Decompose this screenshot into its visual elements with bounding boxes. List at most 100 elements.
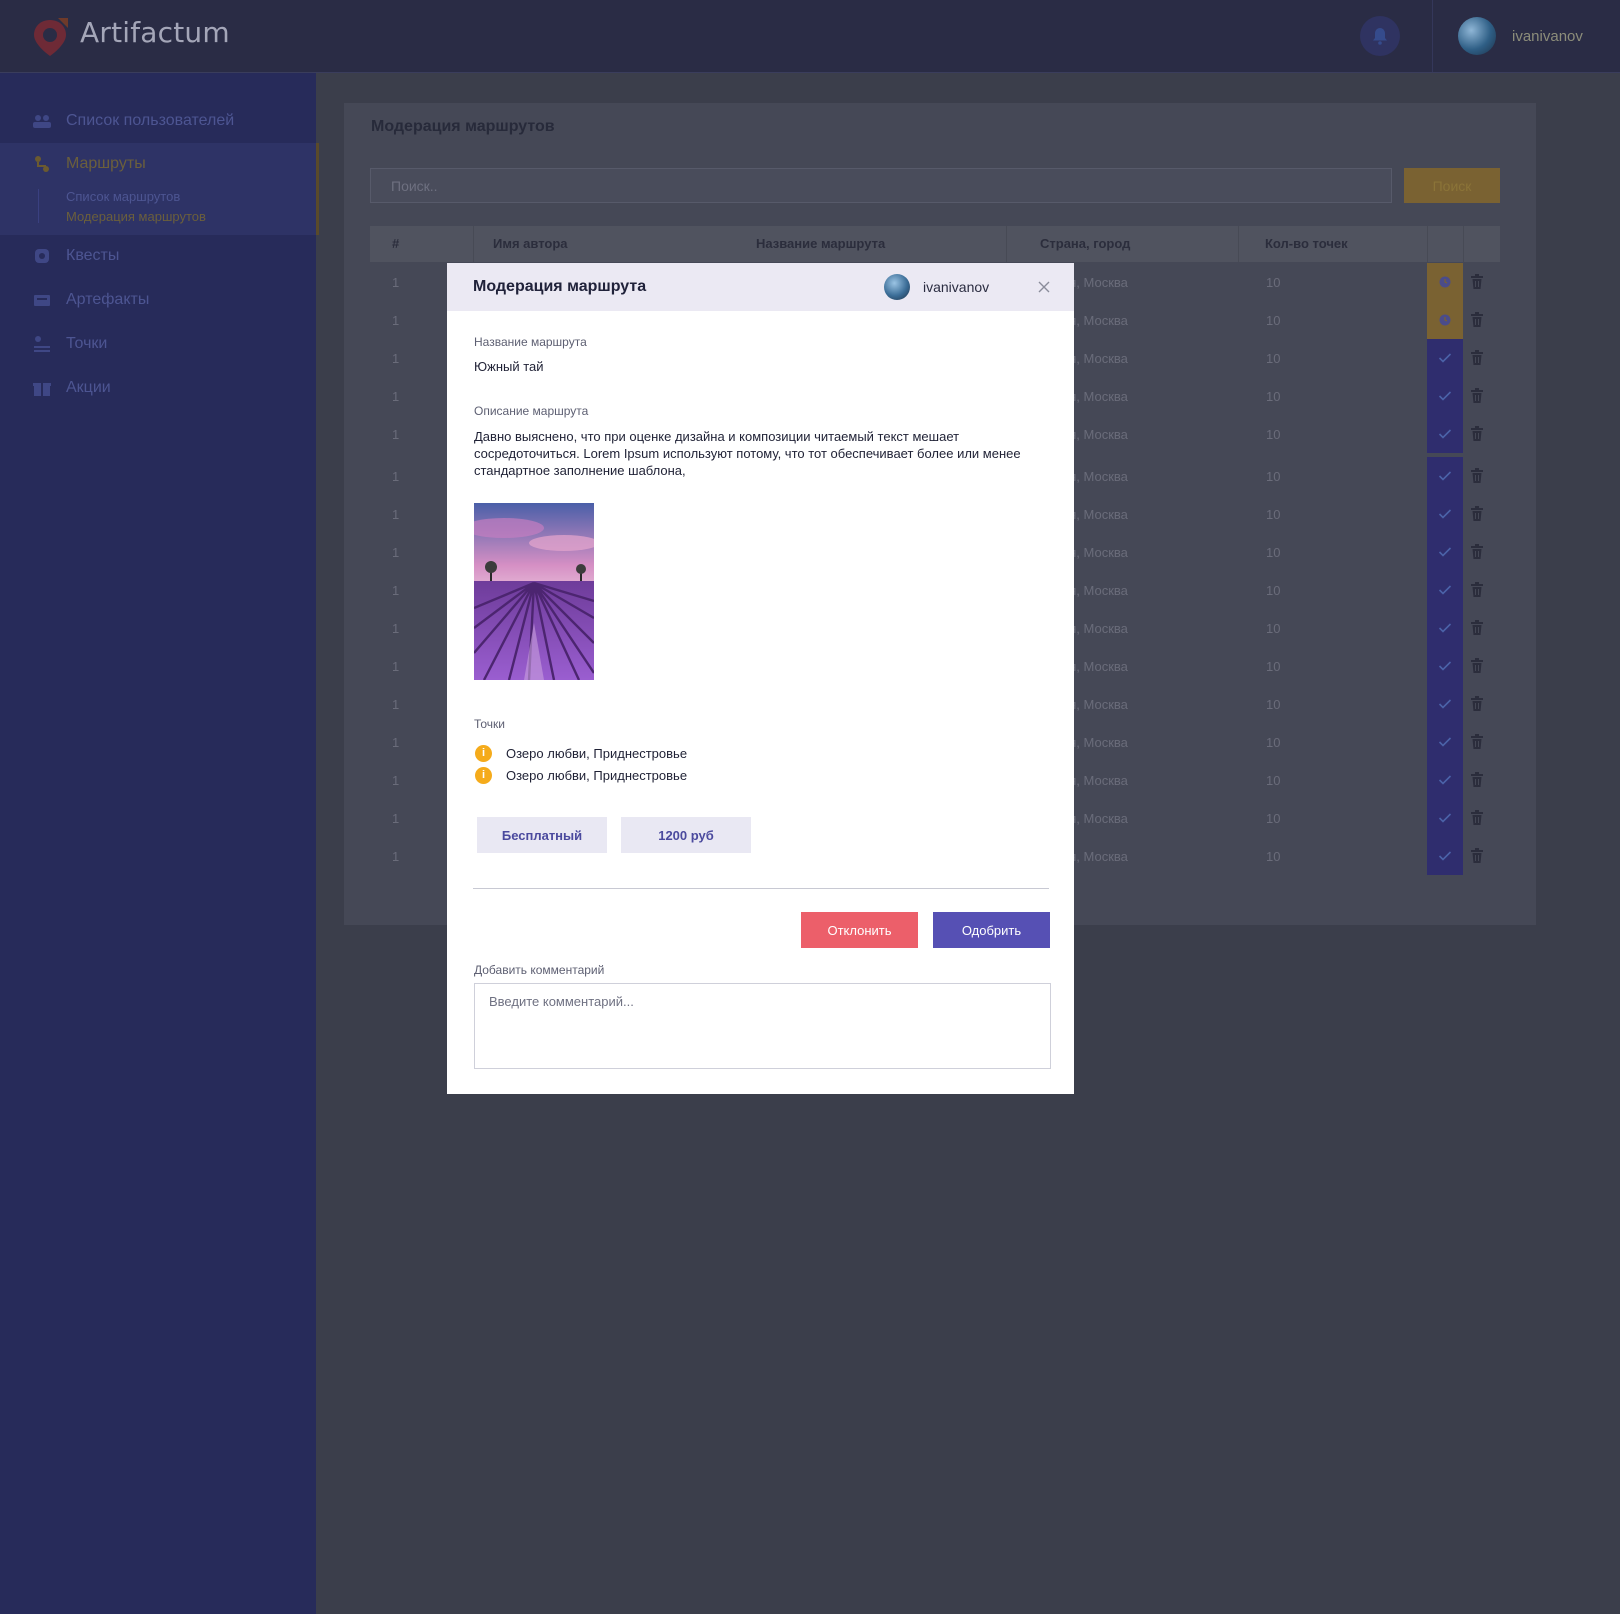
row-number: 1 [392, 427, 400, 442]
notifications-button[interactable] [1360, 16, 1400, 56]
row-points-count: 10 [1266, 735, 1281, 750]
row-points-count: 10 [1266, 659, 1281, 674]
approved-status-button[interactable] [1427, 837, 1463, 875]
row-points-count: 10 [1266, 811, 1281, 826]
route-photo[interactable] [474, 503, 594, 680]
column-header-number: # [392, 236, 400, 251]
approved-status-button[interactable] [1427, 609, 1463, 647]
approved-status-button[interactable] [1427, 339, 1463, 377]
check-icon [1438, 813, 1452, 823]
check-icon [1438, 775, 1452, 785]
trash-icon[interactable] [1470, 620, 1486, 636]
sidebar-item-label: Квесты [66, 247, 120, 264]
avatar [884, 274, 910, 300]
avatar[interactable] [1458, 17, 1496, 55]
gift-icon [33, 383, 51, 396]
sidebar-item-routes[interactable]: Маршруты [0, 143, 316, 185]
info-icon: i [475, 744, 492, 762]
row-number: 1 [392, 351, 400, 366]
approved-status-button[interactable] [1427, 647, 1463, 685]
row-points-count: 10 [1266, 427, 1281, 442]
route-description-text: Давно выяснено, что при оценке дизайна и… [474, 429, 1021, 478]
close-icon[interactable] [1037, 280, 1051, 294]
approved-status-button[interactable] [1427, 495, 1463, 533]
approved-status-button[interactable] [1427, 571, 1463, 609]
point-item[interactable]: i Озеро любви, Приднестровье [475, 744, 687, 762]
approved-status-button[interactable] [1427, 723, 1463, 761]
points-label: Точки [474, 717, 506, 731]
table-header: # Имя автора Название маршрута Страна, г… [370, 226, 1500, 262]
trash-icon[interactable] [1470, 810, 1486, 826]
header-divider [1432, 0, 1433, 72]
row-points-count: 10 [1266, 313, 1281, 328]
sidebar-item-promotions[interactable]: Акции [0, 367, 316, 409]
top-header: Artifactum ivanivanov [0, 0, 1620, 73]
approved-status-button[interactable] [1427, 685, 1463, 723]
row-number: 1 [392, 583, 400, 598]
trash-icon[interactable] [1470, 696, 1486, 712]
column-divider [1238, 226, 1239, 262]
modal-username[interactable]: ivanivanov [923, 279, 989, 295]
point-item[interactable]: i Озеро любви, Приднестровье [475, 766, 687, 784]
sidebar-item-label: Маршруты [66, 155, 146, 172]
trash-icon[interactable] [1470, 582, 1486, 598]
trash-icon[interactable] [1470, 772, 1486, 788]
trash-icon[interactable] [1470, 468, 1486, 484]
sidebar-item-quests[interactable]: Квесты [0, 235, 316, 277]
row-number: 1 [392, 313, 400, 328]
row-points-count: 10 [1266, 849, 1281, 864]
point-name: Озеро любви, Приднестровье [506, 745, 688, 761]
row-number: 1 [392, 275, 400, 290]
app-name[interactable]: Artifactum [80, 16, 230, 49]
search-button[interactable]: Поиск [1404, 168, 1500, 203]
approved-status-button[interactable] [1427, 799, 1463, 837]
trash-icon[interactable] [1470, 848, 1486, 864]
artifact-icon [34, 295, 50, 306]
points-icon [34, 336, 50, 352]
sidebar-subitem-route-moderation[interactable]: Модерация маршрутов [66, 209, 206, 224]
trash-icon[interactable] [1470, 658, 1486, 674]
sidebar-item-points[interactable]: Точки [0, 323, 316, 365]
column-header-points-count: Кол-во точек [1265, 236, 1348, 251]
point-name: Озеро любви, Приднестровье [506, 767, 688, 783]
page-title: Модерация маршрутов [371, 118, 555, 135]
sidebar-subitem-route-list[interactable]: Список маршрутов [66, 189, 180, 204]
sidebar-item-artifacts[interactable]: Артефакты [0, 279, 316, 321]
trash-icon[interactable] [1470, 274, 1486, 290]
trash-icon[interactable] [1470, 734, 1486, 750]
trash-icon[interactable] [1470, 350, 1486, 366]
column-divider [1427, 226, 1428, 262]
pending-status-button[interactable] [1427, 301, 1463, 339]
row-points-count: 10 [1266, 275, 1281, 290]
comment-input[interactable] [474, 983, 1051, 1069]
trash-icon[interactable] [1470, 312, 1486, 328]
row-number: 1 [392, 735, 400, 750]
check-icon [1438, 547, 1452, 557]
modal-title: Модерация маршрута [473, 278, 647, 295]
check-icon [1438, 471, 1452, 481]
approved-status-button[interactable] [1427, 377, 1463, 415]
comment-label: Добавить комментарий [474, 963, 605, 977]
approved-status-button[interactable] [1427, 533, 1463, 571]
sidebar-item-label: Артефакты [66, 291, 150, 308]
check-icon [1438, 699, 1452, 709]
trash-icon[interactable] [1470, 506, 1486, 522]
trash-icon[interactable] [1470, 388, 1486, 404]
row-number: 1 [392, 849, 400, 864]
header-username[interactable]: ivanivanov [1512, 28, 1583, 45]
approve-button[interactable]: Одобрить [933, 912, 1050, 948]
search-input[interactable]: Поиск.. [370, 168, 1392, 203]
pending-status-button[interactable] [1427, 263, 1463, 301]
reject-button[interactable]: Отклонить [801, 912, 918, 948]
sidebar-item-users[interactable]: Список пользователей [0, 100, 316, 142]
trash-icon[interactable] [1470, 544, 1486, 560]
clock-icon [1439, 314, 1451, 326]
trash-icon[interactable] [1470, 426, 1486, 442]
check-icon [1438, 585, 1452, 595]
quest-icon [35, 249, 49, 263]
approved-status-button[interactable] [1427, 415, 1463, 453]
approved-status-button[interactable] [1427, 457, 1463, 495]
approved-status-button[interactable] [1427, 761, 1463, 799]
row-points-count: 10 [1266, 545, 1281, 560]
row-number: 1 [392, 389, 400, 404]
